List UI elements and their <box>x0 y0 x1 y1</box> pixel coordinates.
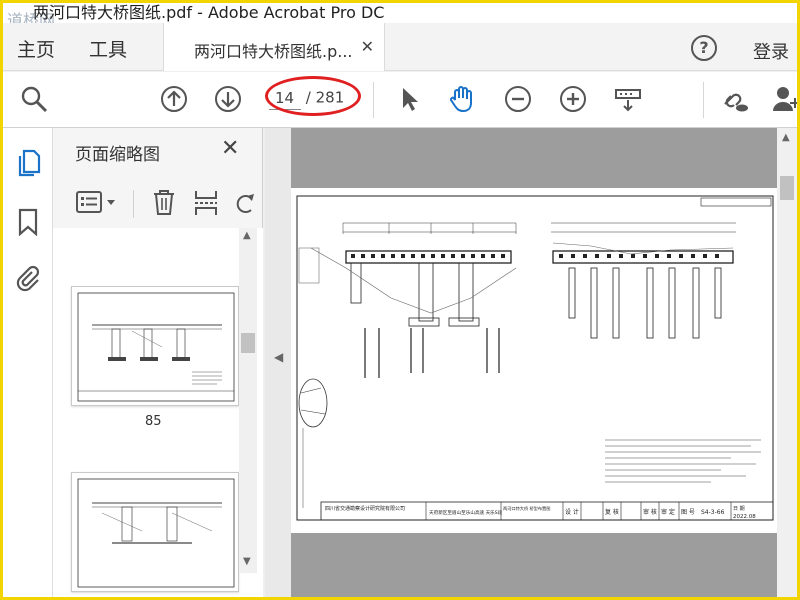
thumbnail-scrollbar[interactable]: ▲ ▼ <box>239 228 257 573</box>
main-toolbar: / 281 <box>3 72 797 128</box>
scroll-down-icon[interactable]: ▼ <box>243 556 251 567</box>
fit-page-icon[interactable] <box>613 84 643 114</box>
date-label: 日 期 <box>733 506 745 512</box>
select-cursor-icon[interactable] <box>395 84 425 114</box>
delete-page-icon[interactable] <box>151 188 177 218</box>
red-highlight-ellipse <box>265 76 361 116</box>
acrobat-window: 道桥网 两河口特大桥图纸.pdf - Adobe Acrobat Pro DC … <box>0 0 800 600</box>
zoom-in-icon[interactable] <box>558 84 588 114</box>
window-title: 两河口特大桥图纸.pdf - Adobe Acrobat Pro DC <box>33 3 385 22</box>
toolbar-divider <box>133 190 134 218</box>
panel-title: 页面缩略图 <box>75 145 160 165</box>
zoom-out-icon[interactable] <box>503 84 533 114</box>
scroll-up-icon[interactable]: ▲ <box>243 230 251 241</box>
navigation-rail <box>3 128 53 597</box>
panel-splitter[interactable]: ◀ <box>265 128 291 597</box>
thumbnail-toolbar <box>53 178 263 228</box>
project-name: 天府新区至眉山至乐山高速 天乐S段 <box>429 509 503 516</box>
page-thumbnail[interactable] <box>71 472 239 592</box>
tab-bar: 主页 工具 两河口特大桥图纸.p... ✕ ? 登录 <box>3 23 797 71</box>
options-menu-icon[interactable] <box>75 190 121 216</box>
sheet-number-label: 图 号 <box>681 509 695 516</box>
tab-document[interactable]: 两河口特大桥图纸.p... ✕ <box>163 23 385 71</box>
thumbnail-page-number: 85 <box>145 414 162 429</box>
role-check: 复 核 <box>605 508 619 516</box>
pdf-page: 四川省交通勘察设计研究院有限公司 天府新区至眉山至乐山高速 天乐S段 两河口特大… <box>291 188 777 533</box>
drawing-date: 2022.08 <box>733 514 756 520</box>
document-tab-label: 两河口特大桥图纸.p... <box>194 42 353 61</box>
tab-home[interactable]: 主页 <box>17 35 55 62</box>
close-panel-icon[interactable]: ✕ <box>221 136 239 161</box>
bookmark-icon[interactable] <box>17 208 39 236</box>
attachment-icon[interactable] <box>16 264 40 294</box>
rotate-page-icon[interactable] <box>233 190 257 216</box>
toolbar-divider <box>703 82 704 118</box>
document-scrollbar[interactable]: ▲ <box>777 128 797 597</box>
scrollbar-thumb[interactable] <box>241 333 255 353</box>
close-tab-icon[interactable]: ✕ <box>361 37 374 56</box>
sheet-number: S4-3-66 <box>701 509 725 516</box>
split-page-icon[interactable] <box>193 188 219 218</box>
zoom-search-icon[interactable] <box>19 84 49 114</box>
previous-page-icon[interactable] <box>159 84 189 114</box>
role-review: 审 核 <box>643 508 657 516</box>
company-name: 四川省交通勘察设计研究院有限公司 <box>325 505 405 512</box>
thumbnail-panel: 页面缩略图 ✕ 85 ▲ ▼ <box>53 128 263 597</box>
page-thumbnails-icon[interactable] <box>15 148 41 178</box>
help-icon[interactable]: ? <box>691 35 717 61</box>
thumbnail-drawing <box>77 478 235 588</box>
page-thumbnail[interactable] <box>71 286 239 406</box>
thumbnail-list: 85 ▲ ▼ <box>53 228 263 597</box>
tab-tools[interactable]: 工具 <box>89 35 127 62</box>
share-link-icon[interactable] <box>719 84 749 114</box>
collapse-panel-icon[interactable]: ◀ <box>274 350 283 364</box>
user-add-icon[interactable] <box>771 84 800 114</box>
drawing-name: 两河口特大桥 桥型布置图 <box>503 505 550 512</box>
next-page-icon[interactable] <box>213 84 243 114</box>
title-bar: 道桥网 两河口特大桥图纸.pdf - Adobe Acrobat Pro DC <box>3 3 797 30</box>
hand-tool-icon[interactable] <box>447 84 477 114</box>
thumbnail-drawing <box>77 292 235 402</box>
scrollbar-thumb[interactable] <box>780 176 794 200</box>
scroll-up-icon[interactable]: ▲ <box>782 132 790 143</box>
bridge-drawing: 四川省交通勘察设计研究院有限公司 天府新区至眉山至乐山高速 天乐S段 两河口特大… <box>296 195 774 521</box>
role-approve: 审 定 <box>661 508 675 516</box>
role-design: 设 计 <box>565 508 579 516</box>
document-viewer[interactable]: 四川省交通勘察设计研究院有限公司 天府新区至眉山至乐山高速 天乐S段 两河口特大… <box>291 128 797 597</box>
toolbar-divider <box>373 82 374 118</box>
login-button[interactable]: 登录 <box>753 38 789 64</box>
